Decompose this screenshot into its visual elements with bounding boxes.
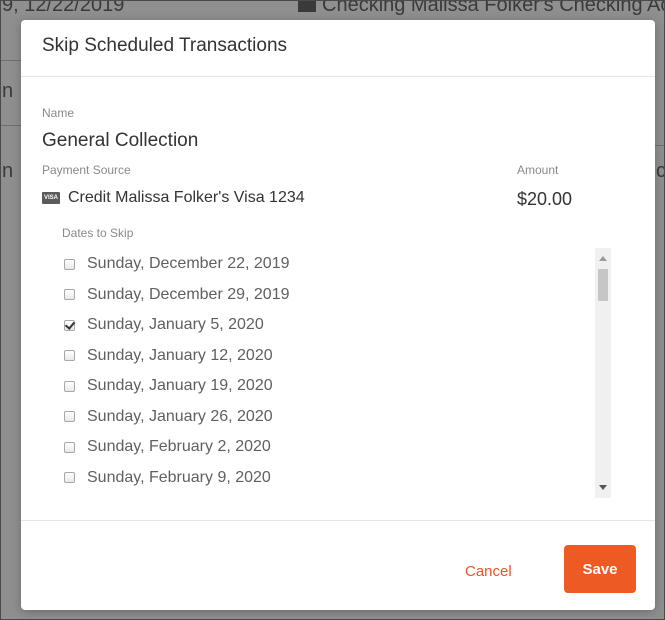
dates-to-skip-label: Dates to Skip: [62, 226, 134, 240]
payment-source-value: Credit Malissa Folker's Visa 1234: [68, 189, 305, 206]
cancel-button[interactable]: Cancel: [465, 557, 512, 587]
visa-card-icon: VISA: [42, 192, 60, 204]
date-option-label: Sunday, January 26, 2020: [87, 407, 273, 425]
scrollbar-thumb[interactable]: [598, 269, 608, 301]
dialog-footer: Cancel Save: [21, 520, 655, 611]
date-option-label: Sunday, January 12, 2020: [87, 346, 273, 364]
checkbox-checked[interactable]: [64, 319, 75, 331]
date-option[interactable]: Sunday, January 5, 2020: [56, 313, 264, 337]
checkbox[interactable]: [64, 411, 75, 422]
skip-transactions-dialog: Skip Scheduled Transactions Name General…: [21, 20, 655, 610]
date-option-label: Sunday, December 22, 2019: [87, 255, 290, 272]
scroll-down-arrow-icon[interactable]: [599, 485, 607, 490]
name-value: General Collection: [42, 130, 199, 151]
date-option[interactable]: Sunday, December 22, 2019: [56, 252, 290, 276]
date-option[interactable]: Sunday, February 9, 2020: [56, 466, 271, 490]
checkbox[interactable]: [64, 350, 75, 361]
date-option-label: Sunday, January 5, 2020: [87, 316, 264, 333]
date-option[interactable]: Sunday, January 19, 2020: [56, 374, 273, 398]
checkbox[interactable]: [64, 472, 75, 483]
checkbox[interactable]: [64, 258, 75, 270]
date-option-label: Sunday, January 19, 2020: [87, 377, 273, 394]
dates-scrollbar[interactable]: [595, 248, 611, 498]
dialog-header: Skip Scheduled Transactions: [21, 20, 655, 77]
name-label: Name: [42, 106, 75, 120]
dialog-title: Skip Scheduled Transactions: [42, 35, 288, 56]
checkbox[interactable]: [64, 380, 75, 392]
date-option[interactable]: Sunday, January 26, 2020: [56, 405, 273, 429]
date-option-label: Sunday, December 29, 2019: [87, 285, 290, 303]
dates-list[interactable]: Sunday, December 22, 2019 Sunday, Decembe…: [56, 248, 616, 498]
save-button[interactable]: Save: [564, 545, 636, 593]
date-option[interactable]: Sunday, December 29, 2019: [56, 283, 290, 307]
payment-source: VISA Credit Malissa Folker's Visa 1234: [42, 189, 305, 207]
checkbox[interactable]: [64, 289, 75, 300]
amount-label: Amount: [517, 163, 559, 177]
date-option[interactable]: Sunday, February 2, 2020: [56, 435, 271, 459]
date-option-label: Sunday, February 2, 2020: [87, 438, 271, 455]
scroll-up-arrow-icon[interactable]: [599, 256, 607, 261]
payment-source-label: Payment Source: [42, 163, 131, 177]
checkbox[interactable]: [64, 441, 75, 453]
date-option-label: Sunday, February 9, 2020: [87, 468, 271, 486]
date-option[interactable]: Sunday, January 12, 2020: [56, 344, 273, 368]
amount-value: $20.00: [517, 189, 573, 209]
